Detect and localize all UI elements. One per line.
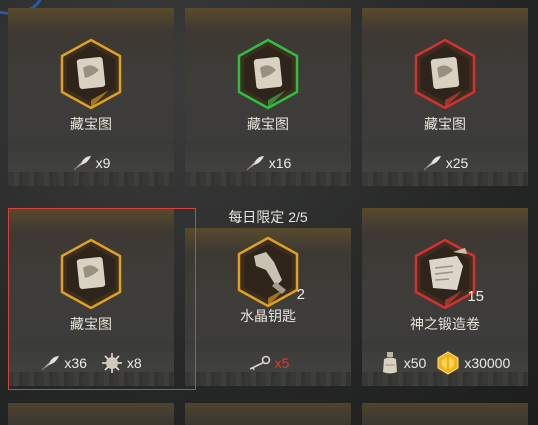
feather-icon bbox=[246, 156, 264, 171]
shop-item-card-partial[interactable] bbox=[8, 403, 174, 425]
price-row: x16 bbox=[185, 150, 351, 176]
item-name: 藏宝图 bbox=[247, 116, 289, 132]
price-amount: x30000 bbox=[464, 355, 511, 371]
shop-item-card[interactable]: 藏宝图 x25 bbox=[362, 8, 528, 186]
item-quantity: 15 bbox=[467, 288, 484, 305]
feather-icon bbox=[423, 156, 441, 171]
price-amount: x5 bbox=[274, 355, 290, 371]
shop-item-card[interactable]: 藏宝图 x16 bbox=[185, 8, 351, 186]
price: x16 bbox=[245, 154, 292, 172]
treasure-map-icon bbox=[414, 38, 476, 110]
item-quantity: 2 bbox=[296, 286, 305, 303]
shop-item-card-partial[interactable] bbox=[362, 403, 528, 425]
shop-item-card[interactable]: 2 水晶钥匙 x5 bbox=[185, 228, 351, 386]
price-row: x9 bbox=[8, 150, 174, 176]
treasure-map-icon bbox=[237, 38, 299, 110]
gold-crystal-icon bbox=[437, 351, 459, 375]
price: x50 bbox=[380, 351, 427, 375]
shop-item-card[interactable]: 15 神之锻造卷 x50 x30000 bbox=[362, 208, 528, 386]
price: x5 bbox=[247, 355, 290, 371]
item-name: 藏宝图 bbox=[424, 116, 466, 132]
price: x25 bbox=[422, 154, 469, 172]
selection-highlight bbox=[8, 208, 196, 390]
item-name: 藏宝图 bbox=[70, 116, 112, 132]
daily-limit-label: 每日限定 2/5 bbox=[228, 209, 308, 225]
price: x9 bbox=[72, 154, 111, 172]
treasure-map-icon bbox=[60, 38, 122, 110]
shop-item-card[interactable]: 藏宝图 x9 bbox=[8, 8, 174, 186]
bottle-icon bbox=[382, 352, 397, 374]
price-amount: x16 bbox=[268, 155, 292, 171]
price-row: x50 x30000 bbox=[362, 350, 528, 376]
price-row: x25 bbox=[362, 150, 528, 176]
item-name: 水晶钥匙 bbox=[240, 308, 296, 324]
price-row: x5 bbox=[185, 350, 351, 376]
price-amount: x50 bbox=[403, 355, 427, 371]
feather-icon bbox=[73, 156, 91, 171]
key-icon bbox=[249, 355, 270, 371]
price: x30000 bbox=[436, 351, 510, 375]
crystal-key-icon bbox=[237, 236, 299, 308]
shop-item-card-partial[interactable] bbox=[185, 403, 351, 425]
item-name: 神之锻造卷 bbox=[410, 316, 480, 332]
price-amount: x25 bbox=[445, 155, 469, 171]
price-amount: x9 bbox=[95, 155, 111, 171]
